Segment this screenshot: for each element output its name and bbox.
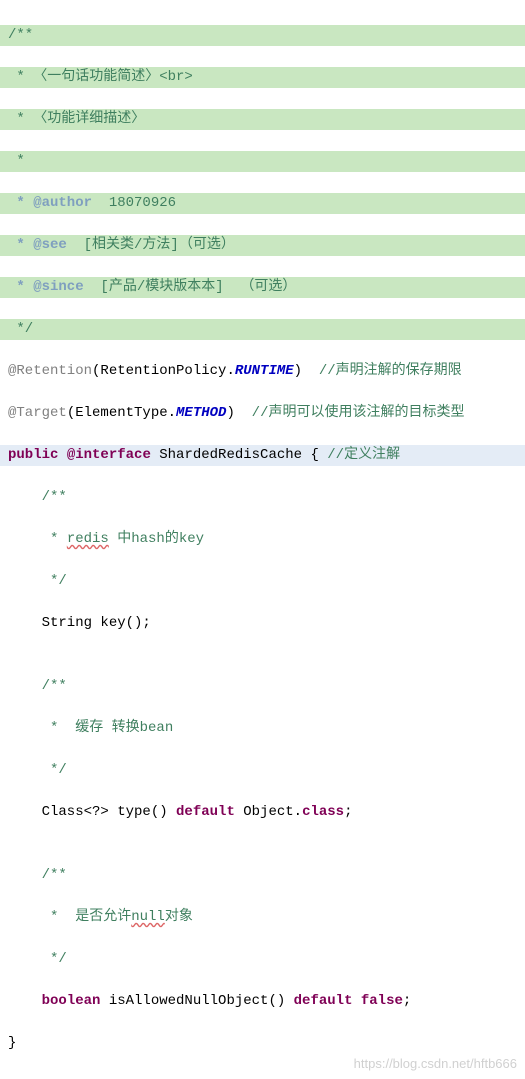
spellcheck-word: null <box>131 909 165 925</box>
javadoc-line: * redis 中hash的key <box>0 529 525 550</box>
watermark: https://blog.csdn.net/hftb666 <box>354 1054 517 1074</box>
annotation-retention: @Retention(RetentionPolicy.RUNTIME) //声明… <box>0 361 525 382</box>
code-block: /** * 〈一句话功能简述〉<br> * 〈功能详细描述〉 * * @auth… <box>0 0 525 1079</box>
javadoc-line: * 〈功能详细描述〉 <box>0 109 525 130</box>
javadoc-line: * 是否允许null对象 <box>0 907 525 928</box>
method-key: String key(); <box>0 613 525 634</box>
method-isallowednull: boolean isAllowedNullObject() default fa… <box>0 991 525 1012</box>
javadoc-line: /** <box>0 25 525 46</box>
javadoc-line: */ <box>0 949 525 970</box>
spellcheck-word: redis <box>67 531 109 547</box>
javadoc-line: */ <box>0 571 525 592</box>
method-type: Class<?> type() default Object.class; <box>0 802 525 823</box>
javadoc-line: /** <box>0 487 525 508</box>
javadoc-author: * @author 18070926 <box>0 193 525 214</box>
javadoc-see: * @see [相关类/方法]（可选） <box>0 235 525 256</box>
javadoc-line: */ <box>0 319 525 340</box>
class-declaration: public @interface ShardedRedisCache { //… <box>0 445 525 466</box>
annotation-target: @Target(ElementType.METHOD) //声明可以使用该注解的… <box>0 403 525 424</box>
javadoc-line: * 缓存 转换bean <box>0 718 525 739</box>
javadoc-since: * @since [产品/模块版本本] （可选） <box>0 277 525 298</box>
javadoc-line: * 〈一句话功能简述〉<br> <box>0 67 525 88</box>
javadoc-line: * <box>0 151 525 172</box>
javadoc-line: /** <box>0 676 525 697</box>
javadoc-line: /** <box>0 865 525 886</box>
closing-brace: } <box>0 1033 525 1054</box>
javadoc-line: */ <box>0 760 525 781</box>
